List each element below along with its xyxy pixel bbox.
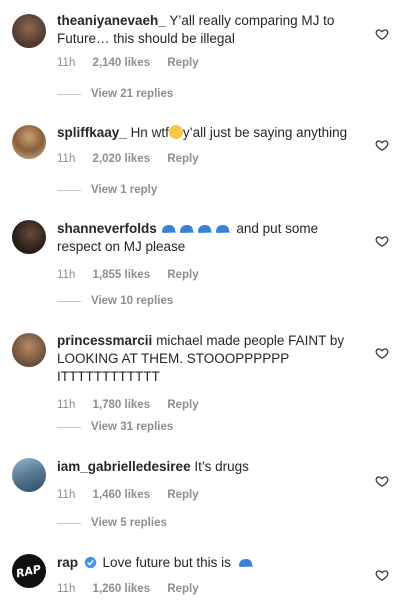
- username[interactable]: spliffkaay_: [57, 125, 127, 140]
- likes-count[interactable]: 1,780 likes: [93, 399, 151, 411]
- likes-count[interactable]: 2,020 likes: [93, 153, 151, 165]
- divider: [57, 300, 81, 302]
- view-replies-button[interactable]: View 10 replies: [57, 295, 173, 307]
- likes-count[interactable]: 2,140 likes: [93, 57, 151, 69]
- username[interactable]: shanneverfolds: [57, 221, 157, 236]
- comment-body: rap Love future but this is 11h 1,260 li…: [57, 554, 357, 598]
- divider: [57, 189, 81, 191]
- timestamp: 11h: [57, 399, 76, 411]
- heart-icon[interactable]: [375, 346, 389, 360]
- heart-icon[interactable]: [375, 27, 389, 41]
- comment-meta: 11h 1,780 likes Reply: [57, 396, 357, 414]
- timestamp: 11h: [57, 583, 76, 595]
- view-replies-label: View 10 replies: [91, 295, 174, 307]
- comment-body: princessmarcii michael made people FAINT…: [57, 332, 357, 414]
- blue-cap-emoji-icon: [238, 559, 254, 567]
- view-replies-button[interactable]: View 31 replies: [57, 421, 173, 433]
- blue-cap-emoji-icon: [197, 225, 213, 233]
- avatar[interactable]: [12, 125, 46, 159]
- verified-badge-icon: [84, 556, 96, 569]
- view-replies-button[interactable]: View 21 replies: [57, 88, 173, 100]
- laughing-emoji-icon: [168, 125, 183, 139]
- reply-button[interactable]: Reply: [167, 489, 198, 501]
- username[interactable]: theaniyanevaeh_: [57, 13, 166, 28]
- heart-icon[interactable]: [375, 568, 389, 582]
- reply-button[interactable]: Reply: [167, 57, 198, 69]
- reply-button[interactable]: Reply: [167, 399, 198, 411]
- avatar[interactable]: [12, 333, 46, 367]
- heart-icon[interactable]: [375, 234, 389, 248]
- comment-meta: 11h 1,460 likes Reply: [57, 486, 357, 504]
- divider: [57, 522, 81, 524]
- comment-body: spliffkaay_ Hn wtf y’all just be saying a…: [57, 124, 357, 168]
- username[interactable]: princessmarcii: [57, 333, 152, 348]
- blue-cap-emoji-icon: [161, 225, 177, 233]
- reply-button[interactable]: Reply: [167, 153, 198, 165]
- avatar[interactable]: RAP: [12, 554, 46, 588]
- avatar[interactable]: [12, 14, 46, 48]
- likes-count[interactable]: 1,460 likes: [93, 489, 151, 501]
- view-replies-label: View 1 reply: [91, 184, 158, 196]
- blue-cap-emoji-icon: [179, 225, 195, 233]
- divider: [57, 426, 81, 428]
- heart-icon[interactable]: [375, 474, 389, 488]
- comment-body: shanneverfolds and put some respect on M…: [57, 220, 357, 284]
- timestamp: 11h: [57, 269, 76, 281]
- comment-meta: 11h 1,260 likes Reply: [57, 580, 357, 598]
- comment-text: Love future but this is: [102, 555, 231, 570]
- view-replies-label: View 5 replies: [91, 517, 167, 529]
- avatar[interactable]: [12, 220, 46, 254]
- divider: [57, 93, 81, 95]
- timestamp: 11h: [57, 57, 76, 69]
- likes-count[interactable]: 1,260 likes: [93, 583, 151, 595]
- comment-meta: 11h 2,020 likes Reply: [57, 150, 357, 168]
- likes-count[interactable]: 1,855 likes: [93, 269, 151, 281]
- username[interactable]: iam_gabrielledesiree: [57, 459, 191, 474]
- comment-body: iam_gabrielledesiree It’s drugs 11h 1,46…: [57, 458, 357, 504]
- comment-body: theaniyanevaeh_ Y’all really comparing M…: [57, 12, 357, 72]
- username[interactable]: rap: [57, 555, 78, 570]
- comment-text: It’s drugs: [194, 459, 249, 474]
- view-replies-button[interactable]: View 5 replies: [57, 517, 167, 529]
- comment-text-before: Hn wtf: [130, 125, 169, 140]
- reply-button[interactable]: Reply: [167, 583, 198, 595]
- view-replies-button[interactable]: View 1 reply: [57, 184, 157, 196]
- timestamp: 11h: [57, 153, 76, 165]
- rap-logo: RAP: [15, 562, 43, 580]
- comment-meta: 11h 2,140 likes Reply: [57, 54, 357, 72]
- timestamp: 11h: [57, 489, 76, 501]
- comment-meta: 11h 1,855 likes Reply: [57, 266, 357, 284]
- heart-icon[interactable]: [375, 138, 389, 152]
- view-replies-label: View 21 replies: [91, 88, 174, 100]
- blue-cap-emoji-icon: [215, 225, 231, 233]
- reply-button[interactable]: Reply: [167, 269, 198, 281]
- comment-text-after: y’all just be saying anything: [182, 125, 348, 140]
- avatar[interactable]: [12, 458, 46, 492]
- view-replies-label: View 31 replies: [91, 421, 174, 433]
